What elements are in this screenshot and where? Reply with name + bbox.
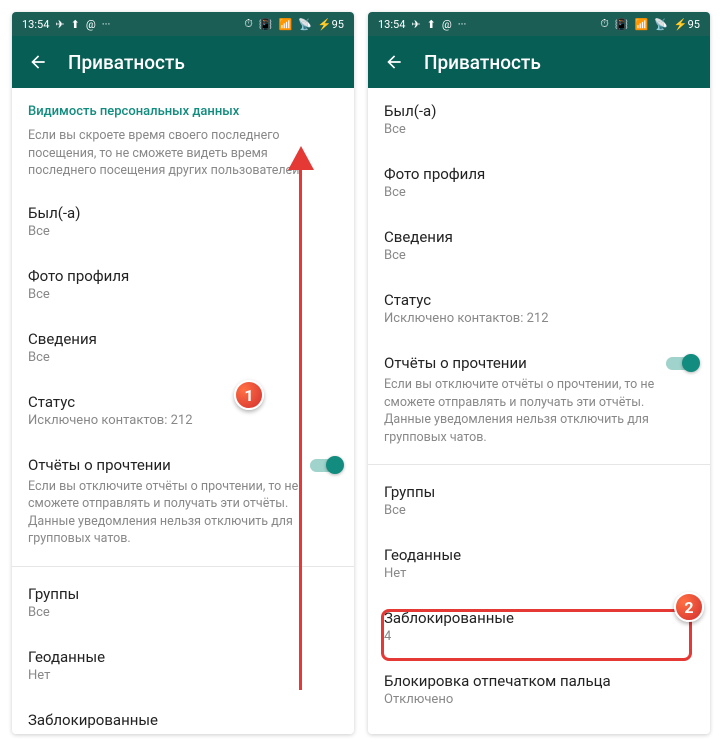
setting-value: Все bbox=[384, 122, 694, 137]
statusbar: 13:54 ✈ ⬆ @ ··· ⏱ 📳 📶 📡 ⚡95 bbox=[12, 12, 354, 36]
setting-blocked[interactable]: Заблокированные 4 bbox=[368, 595, 710, 658]
divider bbox=[12, 566, 354, 567]
setting-title: Статус bbox=[384, 291, 694, 309]
setting-title: Фото профиля bbox=[384, 165, 694, 183]
page-title: Приватность bbox=[68, 51, 185, 74]
upload-icon: ⬆ bbox=[71, 18, 80, 31]
more-icon: ··· bbox=[102, 18, 111, 31]
setting-desc: Если вы отключите отчёты о прочтении, то… bbox=[28, 478, 300, 548]
setting-title: Блокировка отпечатком пальца bbox=[384, 672, 694, 690]
setting-value: Все bbox=[28, 224, 338, 239]
vibrate-icon: 📳 bbox=[259, 18, 273, 31]
annotation-arrow-line bbox=[299, 162, 302, 690]
setting-desc: Если вы отключите отчёты о прочтении, то… bbox=[384, 376, 656, 446]
setting-value: Исключено контактов: 212 bbox=[384, 311, 694, 326]
arrow-back-icon bbox=[28, 52, 48, 72]
annotation-badge-1: 1 bbox=[234, 380, 264, 410]
setting-last-seen[interactable]: Был(-а) Все bbox=[368, 88, 710, 151]
at-icon: @ bbox=[86, 18, 96, 31]
page-title: Приватность bbox=[424, 51, 541, 74]
setting-value: Все bbox=[384, 248, 694, 263]
setting-title: Фото профиля bbox=[28, 267, 338, 285]
setting-title: Отчёты о прочтении bbox=[384, 354, 656, 372]
setting-title: Группы bbox=[384, 483, 694, 501]
setting-title: Статус bbox=[28, 393, 338, 411]
back-button[interactable] bbox=[18, 42, 58, 82]
section-title: Видимость персональных данных bbox=[12, 88, 354, 123]
setting-profile-photo[interactable]: Фото профиля Все bbox=[12, 253, 354, 316]
arrow-back-icon bbox=[384, 52, 404, 72]
setting-title: Группы bbox=[28, 585, 338, 603]
setting-value: Нет bbox=[384, 566, 694, 581]
toolbar: Приватность bbox=[368, 36, 710, 88]
setting-groups[interactable]: Группы Все bbox=[12, 571, 354, 634]
setting-value: Нет bbox=[28, 668, 338, 683]
setting-value: Все bbox=[384, 503, 694, 518]
setting-value: Исключено контактов: 212 bbox=[28, 413, 338, 428]
at-icon: @ bbox=[442, 18, 452, 31]
setting-value: 4 bbox=[384, 629, 694, 644]
battery-icon: ⚡95 bbox=[318, 18, 344, 31]
settings-content-left[interactable]: Видимость персональных данных Если вы ск… bbox=[12, 88, 354, 734]
setting-title: Отчёты о прочтении bbox=[28, 456, 300, 474]
setting-value: Все bbox=[28, 605, 338, 620]
upload-icon: ⬆ bbox=[427, 18, 436, 31]
toolbar: Приватность bbox=[12, 36, 354, 88]
alarm-off-icon: ⏱ bbox=[244, 17, 253, 31]
vibrate-icon: 📳 bbox=[615, 18, 629, 31]
setting-value: Отключено bbox=[384, 692, 694, 707]
phone-left: 13:54 ✈ ⬆ @ ··· ⏱ 📳 📶 📡 ⚡95 Приватность … bbox=[12, 12, 354, 734]
setting-fingerprint-lock[interactable]: Блокировка отпечатком пальца Отключено bbox=[368, 658, 710, 721]
statusbar: 13:54 ✈ ⬆ @ ··· ⏱ 📳 📶 📡 ⚡95 bbox=[368, 12, 710, 36]
setting-blocked[interactable]: Заблокированные bbox=[12, 697, 354, 733]
setting-title: Сведения bbox=[384, 228, 694, 246]
setting-title: Заблокированные bbox=[28, 711, 338, 729]
setting-about[interactable]: Сведения Все bbox=[12, 316, 354, 379]
signal-icon: 📶 bbox=[635, 18, 649, 31]
wifi-icon: 📡 bbox=[298, 18, 312, 31]
setting-profile-photo[interactable]: Фото профиля Все bbox=[368, 151, 710, 214]
setting-title: Сведения bbox=[28, 330, 338, 348]
setting-title: Был(-а) bbox=[384, 102, 694, 120]
setting-title: Заблокированные bbox=[384, 609, 694, 627]
annotation-badge-2: 2 bbox=[674, 592, 704, 622]
setting-value: Все bbox=[28, 350, 338, 365]
read-receipts-toggle[interactable] bbox=[666, 354, 700, 372]
divider bbox=[368, 464, 710, 465]
setting-value: Все bbox=[384, 185, 694, 200]
wifi-icon: 📡 bbox=[654, 18, 668, 31]
setting-live-location[interactable]: Геоданные Нет bbox=[12, 634, 354, 697]
setting-title: Геоданные bbox=[28, 648, 338, 666]
setting-read-receipts[interactable]: Отчёты о прочтении Если вы отключите отч… bbox=[12, 442, 354, 562]
setting-live-location[interactable]: Геоданные Нет bbox=[368, 532, 710, 595]
setting-groups[interactable]: Группы Все bbox=[368, 469, 710, 532]
telegram-icon: ✈ bbox=[411, 18, 420, 31]
read-receipts-toggle[interactable] bbox=[310, 456, 344, 474]
setting-about[interactable]: Сведения Все bbox=[368, 214, 710, 277]
setting-title: Геоданные bbox=[384, 546, 694, 564]
settings-content-right[interactable]: Был(-а) Все Фото профиля Все Сведения Вс… bbox=[368, 88, 710, 734]
setting-title: Был(-а) bbox=[28, 204, 338, 222]
status-time: 13:54 bbox=[378, 18, 405, 31]
setting-value: Все bbox=[28, 287, 338, 302]
more-icon: ··· bbox=[458, 18, 467, 31]
setting-status[interactable]: Статус Исключено контактов: 212 bbox=[12, 379, 354, 442]
status-time: 13:54 bbox=[22, 18, 49, 31]
back-button[interactable] bbox=[374, 42, 414, 82]
setting-status[interactable]: Статус Исключено контактов: 212 bbox=[368, 277, 710, 340]
signal-icon: 📶 bbox=[279, 18, 293, 31]
setting-read-receipts[interactable]: Отчёты о прочтении Если вы отключите отч… bbox=[368, 340, 710, 460]
alarm-off-icon: ⏱ bbox=[600, 17, 609, 31]
phone-right: 13:54 ✈ ⬆ @ ··· ⏱ 📳 📶 📡 ⚡95 Приватность … bbox=[368, 12, 710, 734]
telegram-icon: ✈ bbox=[55, 18, 64, 31]
battery-icon: ⚡95 bbox=[674, 18, 700, 31]
setting-last-seen[interactable]: Был(-а) Все bbox=[12, 190, 354, 253]
